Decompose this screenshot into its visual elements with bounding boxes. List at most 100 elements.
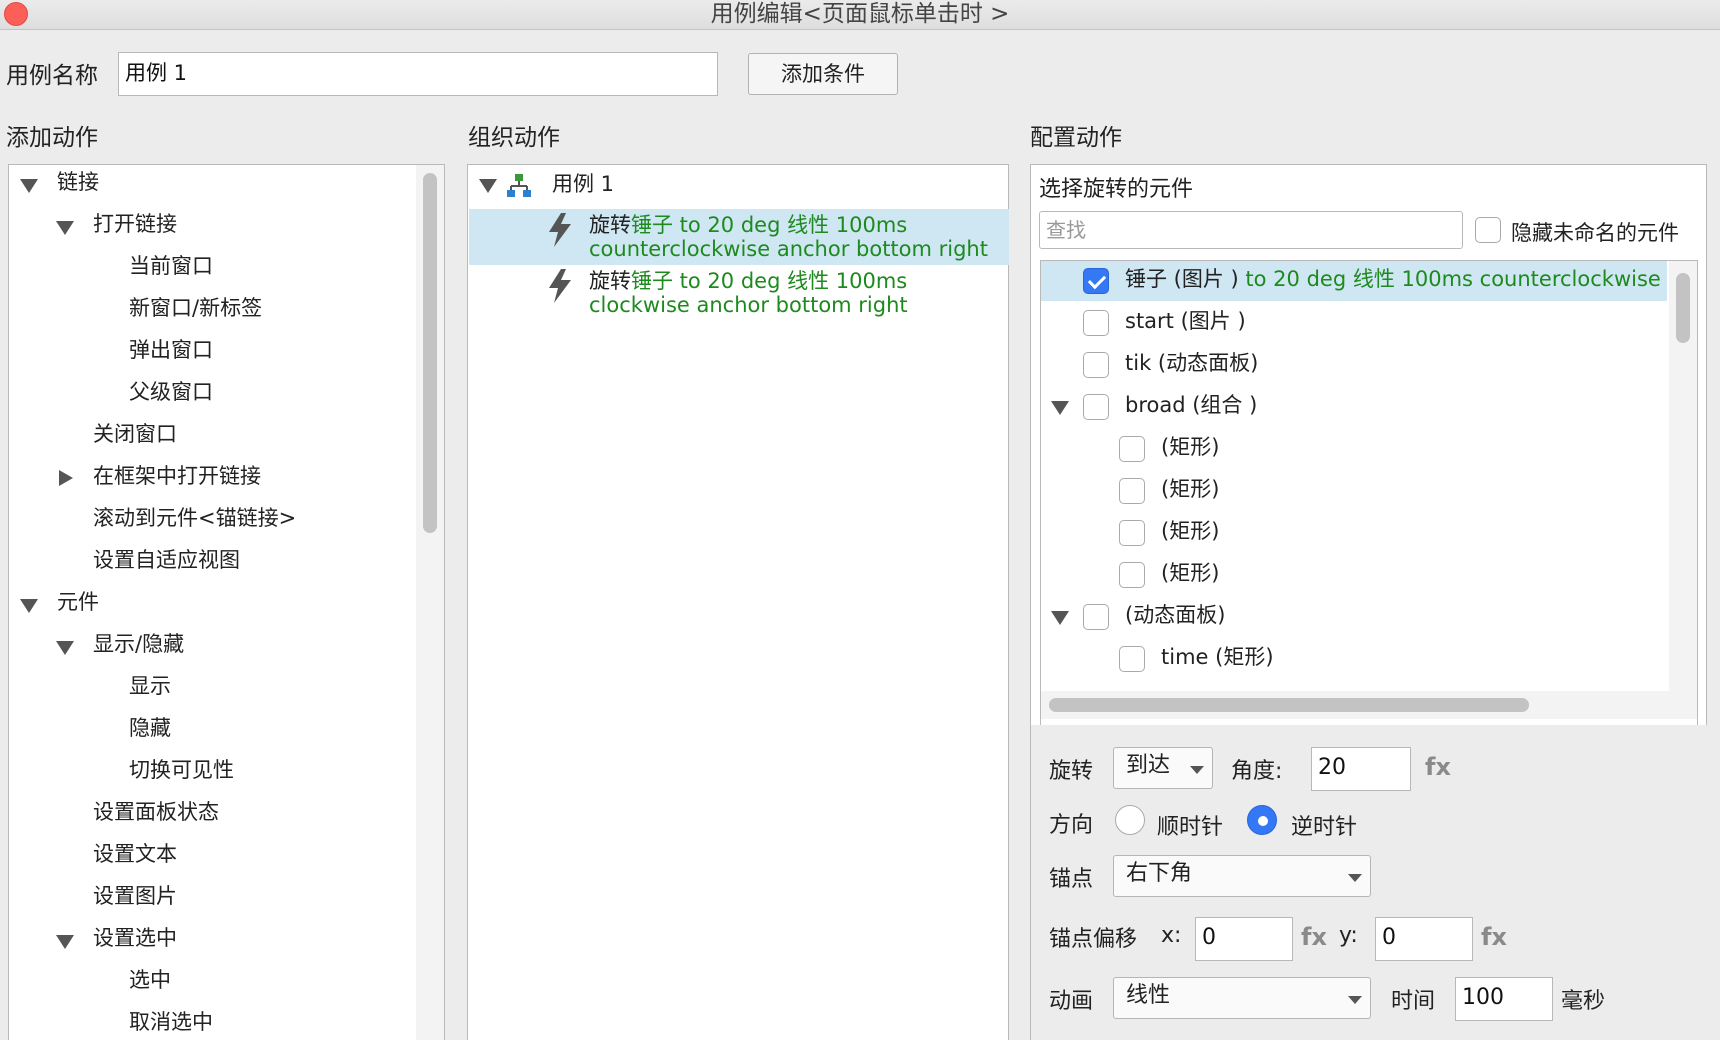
widget-name: tik (动态面板) [1125,351,1259,375]
time-input[interactable]: 100 [1455,977,1553,1021]
add-actions-panel: 链接 打开链接 当前窗口 新窗口/新标签 弹出窗口 父级窗口 关闭窗口 在框架中… [8,164,445,1040]
widget-name: 锤子 (图片 ) to 20 deg 线性 100ms counterclock… [1125,267,1661,291]
angle-label: 角度: [1231,759,1283,784]
tree-item-show-hide[interactable]: 显示/隐藏 [93,629,184,659]
organize-actions-heading: 组织动作 [468,125,560,151]
counterclockwise-radio[interactable] [1247,805,1277,835]
widget-checkbox[interactable] [1083,394,1109,420]
tree-item-set-selected[interactable]: 设置选中 [93,923,177,953]
widget-checkbox[interactable] [1119,436,1145,462]
tree-item-widgets[interactable]: 元件 [57,587,99,617]
widget-checkbox[interactable] [1119,562,1145,588]
expand-arrow-icon[interactable] [1051,611,1069,625]
action-text: 旋转锤子 to 20 deg 线性 100ms clockwise anchor… [589,269,908,317]
tree-item-current-window[interactable]: 当前窗口 [129,251,213,281]
title-bar: 用例编辑<页面鼠标单击时 > [0,0,1720,30]
widget-checkbox[interactable] [1119,478,1145,504]
anchor-select[interactable]: 右下角 [1113,855,1371,897]
widget-name: broad (组合 ) [1125,393,1258,417]
clockwise-radio[interactable] [1115,805,1145,835]
tree-item-scroll-to-widget[interactable]: 滚动到元件<锚链接> [93,503,296,533]
rotate-settings-form: 旋转 到达 角度: 20 fx 方向 顺时针 逆时针 锚点 右下角 锚点偏移 x… [1031,725,1708,1040]
widget-checkbox[interactable] [1119,520,1145,546]
widget-checkbox[interactable] [1083,310,1109,336]
animation-value: 线性 [1126,983,1171,1008]
tree-item-unselect[interactable]: 取消选中 [129,1007,213,1037]
rotate-mode-select[interactable]: 到达 [1113,747,1213,789]
anchor-value: 右下角 [1126,861,1193,886]
action-verb: 旋转 [589,269,631,293]
offset-y-fx-button[interactable]: fx [1481,923,1507,951]
tree-item-popup-window[interactable]: 弹出窗口 [129,335,213,365]
tree-item-close-window[interactable]: 关闭窗口 [93,419,177,449]
configure-actions-panel: 选择旋转的元件 查找 隐藏未命名的元件 锤子 (图片 ) to 20 deg 线… [1030,164,1708,1040]
offset-x-fx-button[interactable]: fx [1301,923,1327,951]
search-placeholder: 查找 [1046,218,1086,242]
tree-item-set-adaptive-view[interactable]: 设置自适应视图 [93,545,240,575]
angle-input[interactable]: 20 [1311,747,1411,791]
action-target: 锤子 to 20 deg 线性 100ms [631,213,908,237]
widget-checkbox[interactable] [1119,646,1145,672]
anchor-offset-label: 锚点偏移 [1049,927,1138,952]
hide-unnamed-checkbox[interactable] [1475,217,1501,243]
lightning-icon [549,269,571,303]
tree-item-show[interactable]: 显示 [129,671,171,701]
widget-name: (矩形) [1161,561,1220,585]
configure-actions-heading: 配置动作 [1030,125,1122,151]
offset-y-label: y: [1339,923,1358,948]
action-row-selected[interactable]: 旋转锤子 to 20 deg 线性 100ms counterclockwise… [469,209,1009,265]
scrollbar-thumb[interactable] [1049,698,1529,712]
offset-x-label: x: [1161,923,1182,948]
widget-list-vertical-scrollbar[interactable] [1669,261,1697,691]
widget-name: time (矩形) [1161,645,1274,669]
tree-item-open-link[interactable]: 打开链接 [93,209,177,239]
widget-name: (动态面板) [1125,603,1226,627]
tree-item-set-text[interactable]: 设置文本 [93,839,177,869]
expand-arrow-icon[interactable] [56,935,74,949]
offset-x-input[interactable]: 0 [1195,917,1293,961]
case-tree-label[interactable]: 用例 1 [552,169,614,199]
window-title: 用例编辑<页面鼠标单击时 > [710,1,1010,27]
rotate-mode-value: 到达 [1126,753,1171,778]
tree-item-toggle-visibility[interactable]: 切换可见性 [129,755,234,785]
widget-name: start (图片 ) [1125,309,1246,333]
tree-item-links[interactable]: 链接 [57,167,99,197]
tree-item-parent-window[interactable]: 父级窗口 [129,377,213,407]
action-target: 锤子 to 20 deg 线性 100ms [631,269,908,293]
widget-checkbox[interactable] [1083,268,1109,294]
tree-item-new-window[interactable]: 新窗口/新标签 [129,293,262,323]
tree-item-select[interactable]: 选中 [129,965,171,995]
widget-name: (矩形) [1161,519,1220,543]
scrollbar-thumb[interactable] [423,173,437,533]
case-name-input[interactable]: 用例 1 [118,52,718,96]
expand-arrow-icon[interactable] [20,599,38,613]
action-text: 旋转锤子 to 20 deg 线性 100ms counterclockwise… [589,213,988,261]
animation-select[interactable]: 线性 [1113,977,1371,1019]
organize-actions-panel: 用例 1 旋转锤子 to 20 deg 线性 100ms countercloc… [467,164,1009,1040]
scrollbar-thumb[interactable] [1676,273,1690,343]
vertical-scrollbar[interactable] [416,165,444,1040]
widget-name: (矩形) [1161,477,1220,501]
expand-arrow-icon[interactable] [56,221,74,235]
tree-item-set-image[interactable]: 设置图片 [93,881,177,911]
widget-search-input[interactable]: 查找 [1039,211,1463,249]
offset-y-input[interactable]: 0 [1375,917,1473,961]
expand-arrow-icon[interactable] [20,179,38,193]
widget-checkbox[interactable] [1083,352,1109,378]
tree-item-open-in-frame[interactable]: 在框架中打开链接 [93,461,261,491]
anchor-label: 锚点 [1049,867,1094,892]
case-tree-icon [507,174,531,197]
lightning-icon [549,213,571,247]
action-row[interactable]: 旋转锤子 to 20 deg 线性 100ms clockwise anchor… [469,267,1009,323]
expand-arrow-icon[interactable] [1051,401,1069,415]
horizontal-scrollbar[interactable] [1041,691,1697,719]
expand-arrow-icon[interactable] [56,641,74,655]
add-condition-button[interactable]: 添加条件 [748,53,898,95]
tree-item-hide[interactable]: 隐藏 [129,713,171,743]
expand-arrow-icon[interactable] [479,179,497,193]
widget-checkbox[interactable] [1083,604,1109,630]
tree-item-set-panel-state[interactable]: 设置面板状态 [93,797,219,827]
angle-fx-button[interactable]: fx [1425,753,1451,781]
hide-unnamed-label: 隐藏未命名的元件 [1511,221,1679,245]
collapse-arrow-icon[interactable] [59,470,73,486]
